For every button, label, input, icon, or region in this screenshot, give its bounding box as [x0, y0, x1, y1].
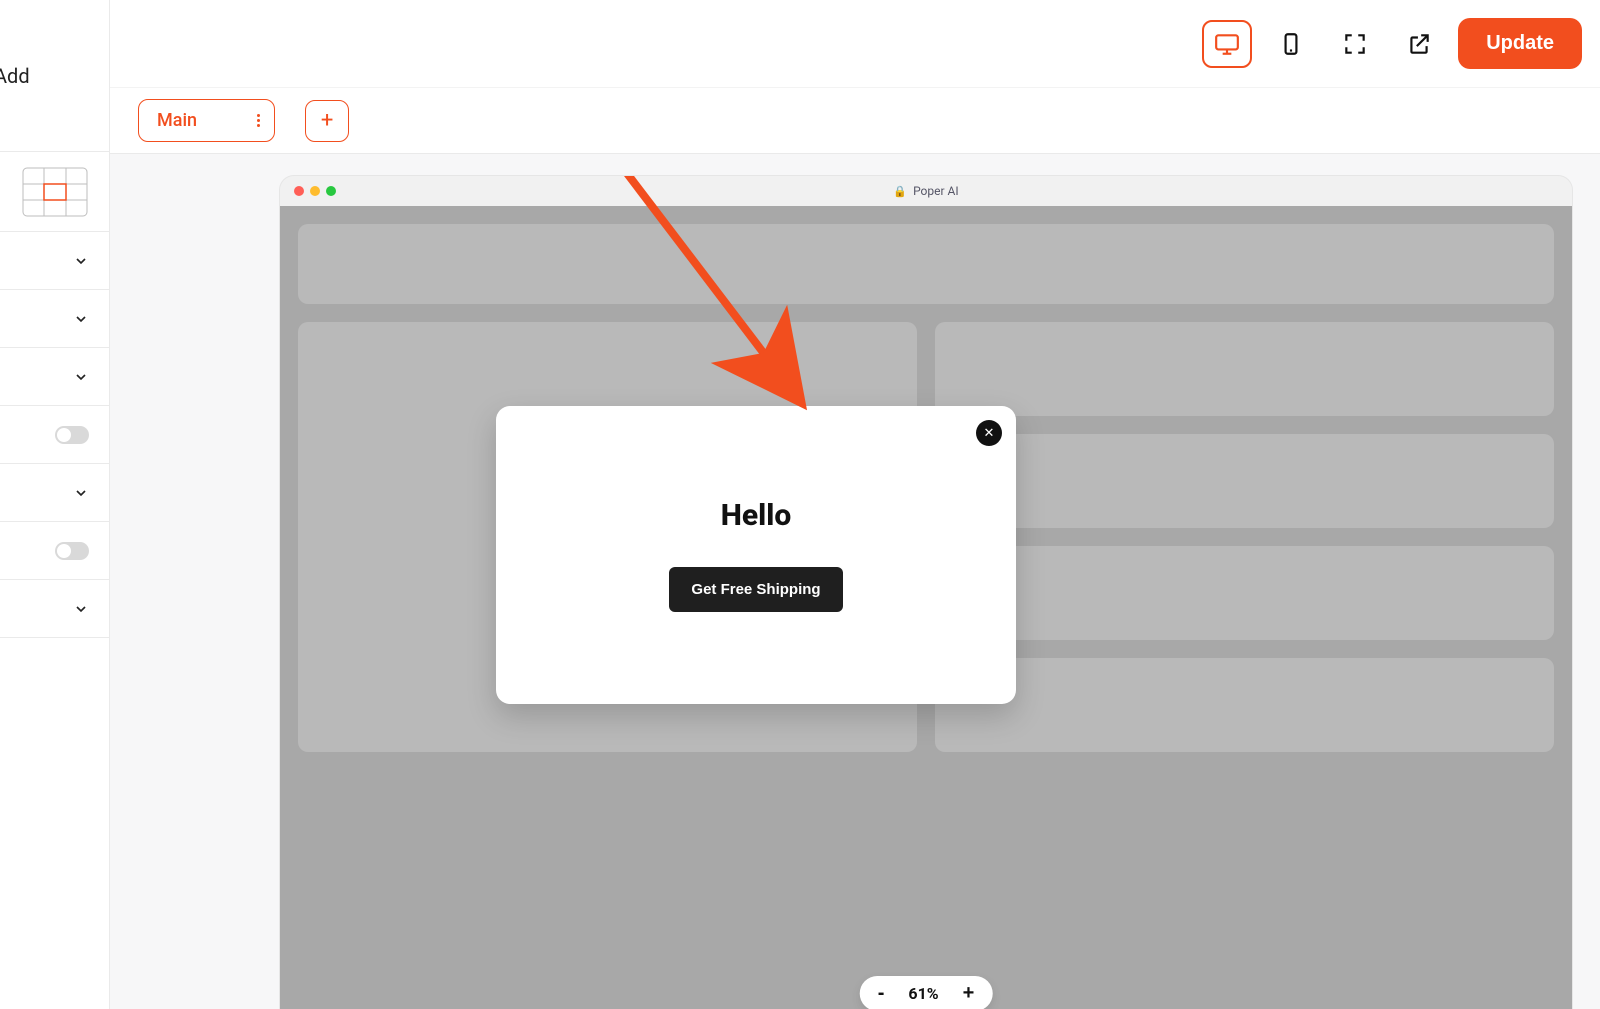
- popup-cta-button[interactable]: Get Free Shipping: [669, 567, 842, 612]
- sidebar-position-grid[interactable]: [0, 152, 109, 232]
- zoom-value: 61%: [908, 984, 938, 1003]
- close-icon: ✕: [984, 426, 995, 441]
- sidebar-section-3[interactable]: [0, 348, 109, 406]
- placeholder-block: [935, 434, 1554, 528]
- breakpoint-chip-label: Main: [157, 110, 197, 131]
- add-breakpoint-button[interactable]: +: [305, 100, 349, 142]
- chevron-down-icon: [73, 369, 89, 385]
- placeholder-block: [935, 546, 1554, 640]
- toggle-switch-icon: [55, 426, 89, 444]
- open-external-button[interactable]: [1394, 20, 1444, 68]
- popup-preview[interactable]: ✕ Hello Get Free Shipping: [496, 406, 1016, 704]
- sidebar-section-2[interactable]: [0, 290, 109, 348]
- popup-content: Hello Get Free Shipping: [669, 498, 842, 612]
- canvas-area: 🔒 Poper AI ✕ Hello: [110, 154, 1600, 1009]
- browser-mock-title-text: Poper AI: [913, 184, 959, 198]
- external-link-icon: [1406, 31, 1432, 57]
- sidebar-section-5[interactable]: [0, 580, 109, 638]
- lock-icon: 🔒: [893, 185, 907, 198]
- plus-icon: +: [321, 108, 333, 133]
- toggle-switch-icon: [55, 542, 89, 560]
- placeholder-block: [935, 658, 1554, 752]
- fullscreen-button[interactable]: [1330, 20, 1380, 68]
- browser-mock-body: ✕ Hello Get Free Shipping - 61% +: [280, 206, 1572, 1009]
- sidebar-add-section[interactable]: Add: [0, 0, 109, 152]
- breakpoint-toolbar: Main +: [110, 88, 1600, 154]
- popup-title: Hello: [669, 498, 842, 533]
- kebab-icon: [257, 114, 260, 127]
- desktop-icon: [1214, 31, 1240, 57]
- chevron-down-icon: [73, 485, 89, 501]
- chevron-down-icon: [73, 601, 89, 617]
- chevron-down-icon: [73, 253, 89, 269]
- zoom-in-button[interactable]: +: [963, 982, 975, 1005]
- mobile-icon: [1278, 31, 1304, 57]
- header-bar: Update: [0, 0, 1600, 88]
- update-button[interactable]: Update: [1458, 18, 1582, 69]
- sidebar-section-1[interactable]: [0, 232, 109, 290]
- chevron-down-icon: [73, 311, 89, 327]
- sidebar-toggle-2[interactable]: [0, 522, 109, 580]
- browser-mock-title: 🔒 Poper AI: [280, 184, 1572, 198]
- expand-icon: [1342, 31, 1368, 57]
- sidebar-section-4[interactable]: [0, 464, 109, 522]
- sidebar: Add: [0, 0, 110, 1009]
- viewport-mobile-button[interactable]: [1266, 20, 1316, 68]
- breakpoint-chip-main[interactable]: Main: [138, 99, 275, 142]
- placeholder-block: [298, 224, 1554, 304]
- placeholder-block: [935, 322, 1554, 416]
- zoom-out-button[interactable]: -: [878, 982, 885, 1005]
- viewport-desktop-button[interactable]: [1202, 20, 1252, 68]
- popup-close-button[interactable]: ✕: [976, 420, 1002, 446]
- grid-position-icon: [22, 167, 88, 217]
- sidebar-toggle-1[interactable]: [0, 406, 109, 464]
- sidebar-add-label: Add: [0, 64, 30, 88]
- zoom-control: - 61% +: [860, 976, 993, 1009]
- browser-mock-titlebar: 🔒 Poper AI: [280, 176, 1572, 206]
- browser-mock-window: 🔒 Poper AI ✕ Hello: [280, 176, 1572, 1009]
